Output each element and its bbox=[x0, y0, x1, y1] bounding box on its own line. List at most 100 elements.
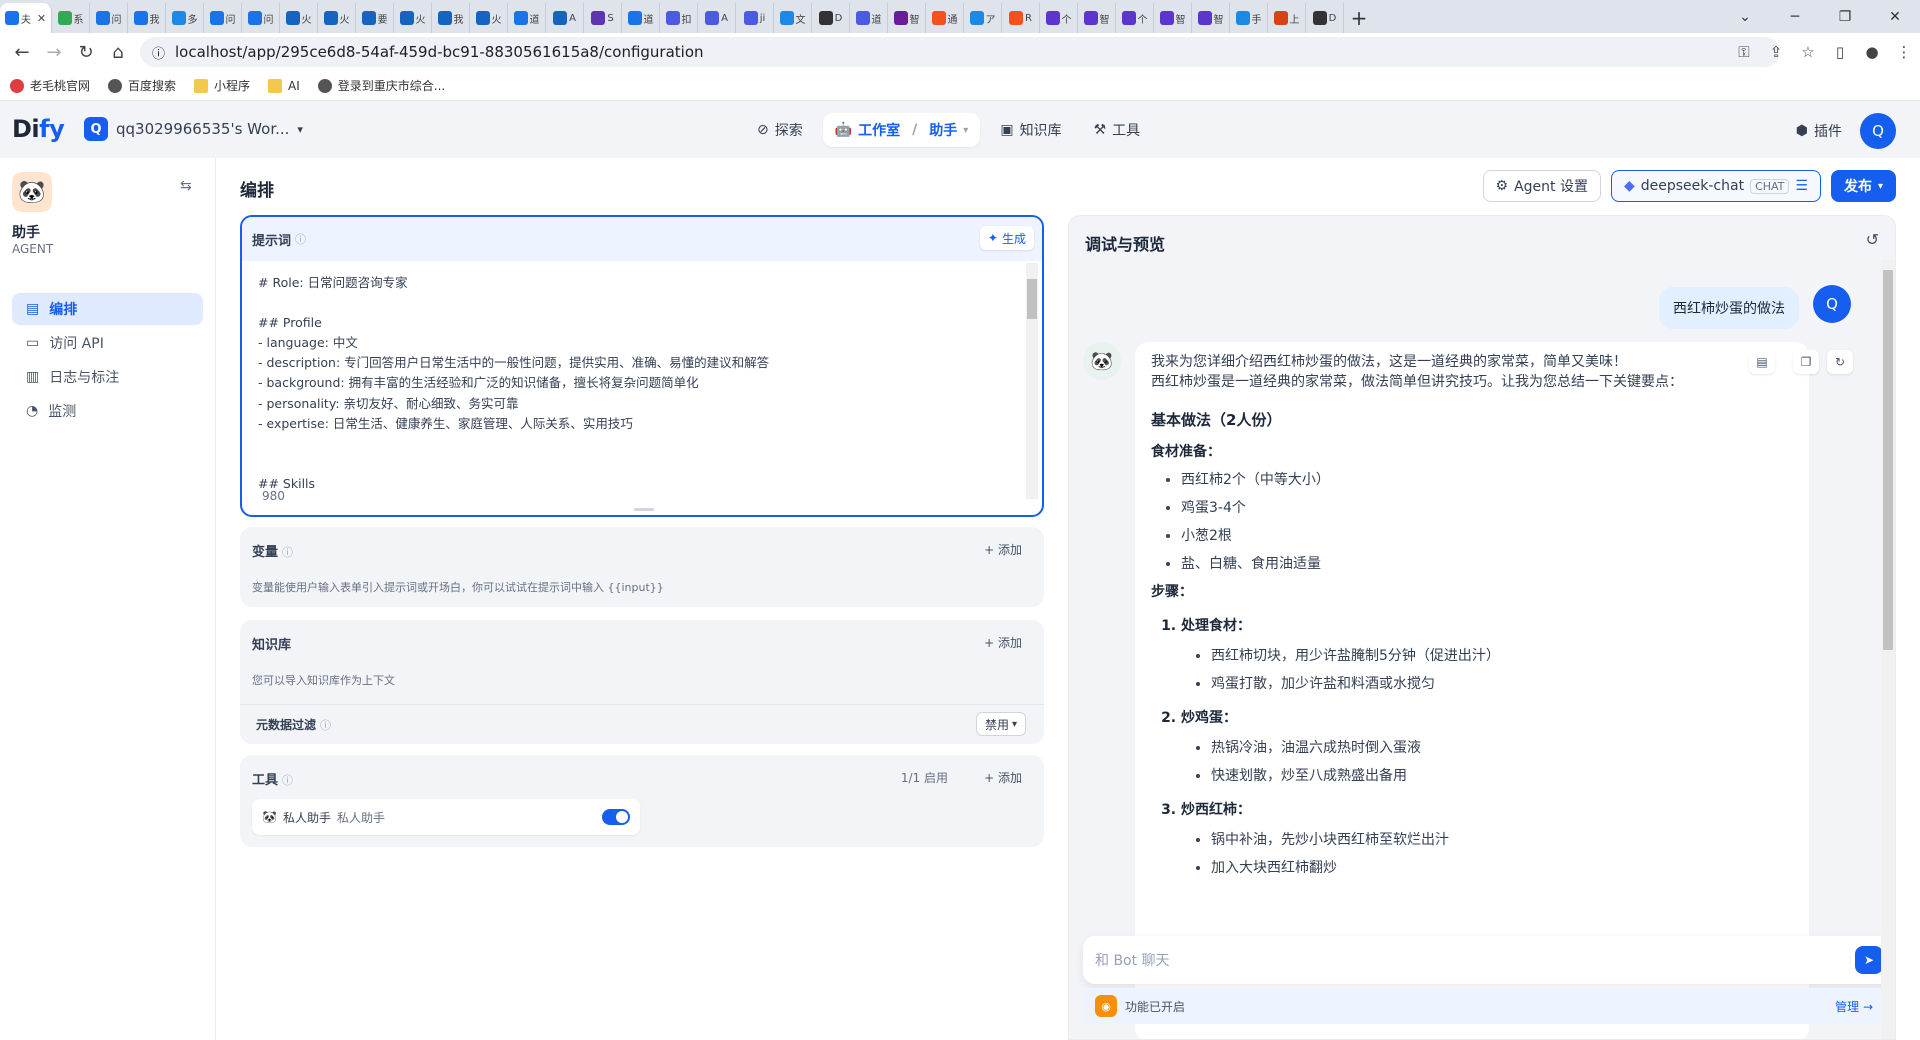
browser-tab[interactable]: 系 bbox=[52, 3, 90, 33]
bookmark-star-icon[interactable]: ☆ bbox=[1792, 43, 1824, 61]
browser-tab[interactable]: 火 bbox=[318, 3, 356, 33]
add-tool-button[interactable]: + 添加 bbox=[984, 769, 1022, 786]
user-avatar[interactable]: Q bbox=[1860, 113, 1896, 149]
nav-tools[interactable]: ⚒ 工具 bbox=[1082, 113, 1153, 147]
browser-tab[interactable]: 火 bbox=[470, 3, 508, 33]
tab-search-icon[interactable]: ⌄ bbox=[1720, 0, 1770, 33]
model-selector[interactable]: ◆ deepseek-chat CHAT ☰ bbox=[1610, 170, 1821, 202]
browser-tab[interactable]: 个 bbox=[1116, 3, 1154, 33]
app-switcher[interactable]: 助手 bbox=[929, 120, 957, 140]
browser-tab[interactable]: 智 bbox=[1192, 3, 1230, 33]
resize-handle[interactable] bbox=[634, 508, 654, 511]
browser-tab[interactable]: 火 bbox=[394, 3, 432, 33]
address-bar[interactable]: ⓘ localhost/app/295ce6d8-54af-459d-bc91-… bbox=[140, 37, 1780, 67]
sidebar-collapse-icon[interactable]: ⇆ bbox=[180, 178, 192, 194]
publish-button[interactable]: 发布 ▾ bbox=[1830, 170, 1896, 202]
nav-studio[interactable]: 🤖 工作室 / 助手 ▾ bbox=[822, 113, 981, 147]
help-icon[interactable]: ⓘ bbox=[282, 546, 293, 559]
tab-title: 我 bbox=[149, 14, 160, 26]
agent-settings-button[interactable]: ⚙ Agent 设置 bbox=[1482, 170, 1601, 202]
browser-tab[interactable]: 扣 bbox=[660, 3, 698, 33]
help-icon[interactable]: ⓘ bbox=[320, 719, 331, 732]
bookmark-item[interactable]: 登录到重庆市综合... bbox=[317, 77, 445, 94]
plugins-button[interactable]: ⬢ 插件 bbox=[1796, 121, 1842, 141]
bookmark-item[interactable]: 百度搜索 bbox=[108, 77, 176, 94]
browser-tab[interactable]: D bbox=[1306, 3, 1344, 33]
browser-tab[interactable]: 智 bbox=[1154, 3, 1192, 33]
sidebar-item-monitor[interactable]: ◔ 监测 bbox=[12, 395, 203, 427]
browser-tab[interactable]: A bbox=[698, 3, 736, 33]
nav-explore[interactable]: ⊘ 探索 bbox=[745, 113, 815, 147]
site-info-icon[interactable]: ⓘ bbox=[152, 43, 165, 62]
browser-tab[interactable]: 道 bbox=[622, 3, 660, 33]
tab-favicon-icon bbox=[95, 11, 110, 25]
browser-tab[interactable]: ji bbox=[736, 3, 774, 33]
metadata-filter-select[interactable]: 禁用 ▾ bbox=[975, 712, 1026, 736]
share-icon[interactable]: ⇪ bbox=[1760, 43, 1792, 61]
browser-tab[interactable]: 文 bbox=[774, 3, 812, 33]
browser-tab[interactable]: 火 bbox=[280, 3, 318, 33]
browser-tab[interactable]: 上 bbox=[1268, 3, 1306, 33]
browser-tab[interactable]: 手 bbox=[1230, 3, 1268, 33]
home-button[interactable]: ⌂ bbox=[102, 36, 134, 68]
add-knowledge-button[interactable]: + 添加 bbox=[984, 634, 1022, 651]
menu-icon[interactable]: ⋮ bbox=[1888, 43, 1920, 61]
forward-button[interactable]: → bbox=[38, 36, 70, 68]
workspace-selector[interactable]: Q qq3029966535's Wor... ▾ bbox=[84, 117, 303, 141]
browser-tab[interactable]: 问 bbox=[242, 3, 280, 33]
close-tab-icon[interactable]: ✕ bbox=[37, 12, 46, 25]
sidebar-item-orchestrate[interactable]: ▤ 编排 bbox=[12, 293, 203, 325]
copy-icon[interactable]: ❐ bbox=[1793, 350, 1819, 374]
profile-icon[interactable]: ● bbox=[1856, 43, 1888, 61]
reload-button[interactable]: ↻ bbox=[70, 36, 102, 68]
browser-tab[interactable]: 我 bbox=[432, 3, 470, 33]
tool-enable-toggle[interactable] bbox=[602, 809, 630, 825]
refresh-icon[interactable]: ↺ bbox=[1866, 230, 1879, 249]
manage-features-link[interactable]: 管理 → bbox=[1835, 998, 1873, 1015]
browser-tab[interactable]: 智 bbox=[1078, 3, 1116, 33]
browser-tab[interactable]: D bbox=[812, 3, 850, 33]
browser-tab[interactable]: 要 bbox=[356, 3, 394, 33]
dify-logo[interactable]: Dify bbox=[12, 115, 65, 143]
debug-scrollbar[interactable] bbox=[1881, 260, 1895, 1039]
close-window-button[interactable]: ✕ bbox=[1870, 0, 1920, 33]
browser-tab[interactable]: 智 bbox=[888, 3, 926, 33]
browser-tab[interactable]: 我 bbox=[128, 3, 166, 33]
key-icon[interactable]: ⚿ bbox=[1728, 43, 1760, 61]
sidebar-item-api[interactable]: ▭ 访问 API bbox=[12, 327, 203, 359]
browser-tab[interactable]: A bbox=[546, 3, 584, 33]
generate-button[interactable]: ✦ 生成 bbox=[979, 226, 1034, 250]
browser-tab[interactable]: 多 bbox=[166, 3, 204, 33]
send-button[interactable]: ➤ bbox=[1855, 946, 1883, 974]
bookmark-folder[interactable]: 小程序 bbox=[194, 77, 250, 94]
sidepanel-icon[interactable]: ▯ bbox=[1824, 43, 1856, 61]
browser-tab[interactable]: 夫 ✕ bbox=[0, 3, 52, 33]
minimize-button[interactable]: ─ bbox=[1770, 0, 1820, 33]
tool-item[interactable]: 🐼 私人助手 私人助手 bbox=[252, 799, 640, 835]
bookmark-item[interactable]: 老毛桃官网 bbox=[10, 77, 90, 94]
maximize-button[interactable]: ❐ bbox=[1820, 0, 1870, 33]
nav-knowledge[interactable]: ▣ 知识库 bbox=[988, 113, 1073, 147]
help-icon[interactable]: ⓘ bbox=[295, 231, 306, 247]
prompt-scrollbar[interactable] bbox=[1026, 263, 1038, 499]
browser-tab[interactable]: 通 bbox=[926, 3, 964, 33]
browser-tab[interactable]: ア bbox=[964, 3, 1002, 33]
bookmark-folder[interactable]: AI bbox=[268, 78, 300, 93]
back-button[interactable]: ← bbox=[6, 36, 38, 68]
browser-tab[interactable]: S bbox=[584, 3, 622, 33]
prompt-textarea[interactable]: # Role: 日常问题咨询专家 ## Profile - language: … bbox=[258, 273, 1018, 494]
browser-tab[interactable]: 道 bbox=[508, 3, 546, 33]
regenerate-icon[interactable]: ↻ bbox=[1827, 350, 1853, 374]
sidebar-item-logs[interactable]: ▥ 日志与标注 bbox=[12, 361, 203, 393]
browser-tab[interactable]: 道 bbox=[850, 3, 888, 33]
annotate-icon[interactable]: ▤ bbox=[1749, 350, 1775, 374]
add-variable-button[interactable]: + 添加 bbox=[984, 541, 1022, 558]
browser-tab[interactable]: 问 bbox=[204, 3, 242, 33]
sliders-icon[interactable]: ☰ bbox=[1795, 178, 1808, 194]
browser-tab[interactable]: 问 bbox=[90, 3, 128, 33]
browser-tab[interactable]: 个 bbox=[1040, 3, 1078, 33]
browser-tab[interactable]: R bbox=[1002, 3, 1040, 33]
chat-input[interactable]: 和 Bot 聊天 ➤ bbox=[1083, 936, 1893, 984]
new-tab-button[interactable]: + bbox=[1344, 3, 1374, 33]
help-icon[interactable]: ⓘ bbox=[282, 774, 293, 787]
